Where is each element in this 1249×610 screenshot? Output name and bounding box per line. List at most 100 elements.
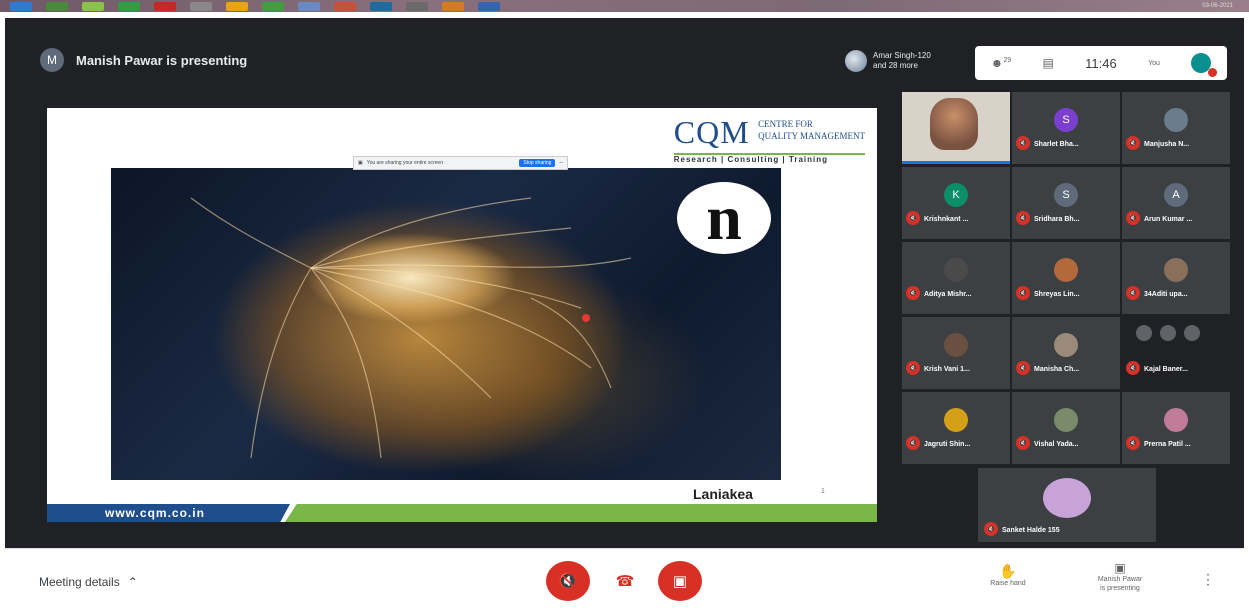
- control-icon[interactable]: [1184, 325, 1200, 341]
- participant-avatar: [1164, 258, 1188, 282]
- participant-name: Vishal Yada...: [1034, 441, 1079, 448]
- taskbar-app-icon[interactable]: [118, 1, 140, 11]
- participant-avatar: [944, 333, 968, 357]
- participant-name: Manisha Ch...: [1034, 366, 1080, 373]
- taskbar-app-icon[interactable]: [442, 1, 464, 11]
- participant-tile[interactable]: 🔇 Vishal Yada...: [1012, 392, 1120, 464]
- stop-sharing-button[interactable]: Stop sharing: [519, 159, 556, 167]
- camera-feed: [930, 98, 978, 150]
- participant-tile[interactable]: S 🔇 Sridhara Bh...: [1012, 167, 1120, 239]
- meeting-details-label: Meeting details: [39, 575, 120, 589]
- hang-up-button[interactable]: ☎: [610, 561, 640, 601]
- participant-name: Krishnkant ...: [924, 216, 969, 223]
- mic-muted-icon: 🔇: [1126, 136, 1140, 150]
- participant-avatar: [1054, 333, 1078, 357]
- participant-tile[interactable]: 🔇 Aditya Mishr...: [902, 242, 1010, 314]
- mic-muted-icon: 🔇: [1126, 436, 1140, 450]
- mic-muted-icon: 🔇: [1126, 361, 1140, 375]
- slide-footer-green: [285, 504, 877, 522]
- presenting-label-1: Manish Pawar: [1097, 576, 1143, 583]
- cqm-tagline: Research | Consulting | Training: [673, 155, 829, 164]
- participant-tile[interactable]: 🔇 Kajal Baner...: [1122, 317, 1230, 389]
- taskbar-app-icon[interactable]: [190, 1, 212, 11]
- participant-tile[interactable]: [902, 92, 1010, 164]
- mic-muted-icon: 🔇: [1016, 436, 1030, 450]
- cqm-logo-line1: CENTRE FOR: [758, 119, 813, 129]
- presenting-button[interactable]: ▣ Manish Pawar is presenting: [1085, 561, 1155, 593]
- people-button[interactable]: ☻29: [991, 56, 1011, 70]
- control-icon[interactable]: [1136, 325, 1152, 341]
- camera-toggle-button[interactable]: ▣: [658, 561, 702, 601]
- participant-tile[interactable]: S 🔇 Sharlet Bha...: [1012, 92, 1120, 164]
- participant-avatar: [944, 258, 968, 282]
- participant-name: Sridhara Bh...: [1034, 216, 1080, 223]
- control-icon[interactable]: [1160, 325, 1176, 341]
- mic-muted-icon: 🔇: [906, 361, 920, 375]
- participant-name: Aditya Mishr...: [924, 291, 972, 298]
- mic-muted-icon: 🔇: [1126, 211, 1140, 225]
- participant-name: Manjusha N...: [1144, 141, 1190, 148]
- participant-avatar: [1054, 408, 1078, 432]
- participant-name: Arun Kumar ...: [1144, 216, 1193, 223]
- taskbar-app-icon[interactable]: [82, 1, 104, 11]
- taskbar-app-icon[interactable]: [370, 1, 392, 11]
- more-options-icon[interactable]: ⋮: [1201, 571, 1215, 588]
- participant-name: Krish Vani 1...: [924, 366, 970, 373]
- participant-tile[interactable]: 🔇 34Aditi upa...: [1122, 242, 1230, 314]
- taskbar-app-icon[interactable]: [46, 1, 68, 11]
- mic-muted-icon: 🔇: [984, 522, 998, 536]
- mic-muted-icon: 🔇: [1126, 286, 1140, 300]
- raise-hand-button[interactable]: ✋ Raise hand: [983, 563, 1033, 587]
- participant-avatar: [1043, 478, 1091, 518]
- participant-avatar: K: [944, 183, 968, 207]
- participant-tile[interactable]: 🔇 Manjusha N...: [1122, 92, 1230, 164]
- participant-tile[interactable]: 🔇 Prerna Patil ...: [1122, 392, 1230, 464]
- participant-name: Jagruti Shin...: [924, 441, 971, 448]
- slide-page-number: 1: [821, 488, 825, 495]
- participant-name: Sanket Halde 155: [1002, 527, 1060, 534]
- participant-name: Prerna Patil ...: [1144, 441, 1191, 448]
- presenting-label-2: is presenting: [1100, 585, 1140, 592]
- participant-avatar: A: [1164, 183, 1188, 207]
- meeting-top-toolbar: ☻29 ▤ 11:46 You: [975, 46, 1227, 80]
- taskbar-clock: 03-06-2021: [1202, 3, 1233, 9]
- taskbar-app-icon[interactable]: [154, 1, 176, 11]
- mic-muted-icon: 🔇: [1016, 286, 1030, 300]
- participant-tile[interactable]: 🔇 Jagruti Shin...: [902, 392, 1010, 464]
- mic-toggle-button[interactable]: 🔇: [546, 561, 590, 601]
- slide-footer-url: www.cqm.co.in: [105, 506, 205, 520]
- self-avatar[interactable]: [1191, 53, 1218, 77]
- participant-avatar-icon: [845, 50, 867, 72]
- meeting-details-button[interactable]: Meeting details ⌃: [39, 575, 138, 589]
- taskbar-app-icon[interactable]: [10, 1, 32, 11]
- mic-muted-icon: 🔇: [1016, 136, 1030, 150]
- participant-name: Shreyas Lin...: [1034, 291, 1080, 298]
- participant-tile[interactable]: K 🔇 Krishnkant ...: [902, 167, 1010, 239]
- taskbar-app-icon[interactable]: [262, 1, 284, 11]
- chat-icon[interactable]: ▤: [1042, 56, 1053, 70]
- taskbar-app-icon[interactable]: [226, 1, 248, 11]
- present-screen-icon: ▣: [1114, 561, 1126, 575]
- taskbar-app-icon[interactable]: [334, 1, 356, 11]
- participants-line2: and 28 more: [873, 61, 918, 70]
- taskbar-app-icon[interactable]: [478, 1, 500, 11]
- participant-tile[interactable]: 🔇 Sanket Halde 155: [978, 468, 1156, 542]
- participant-tile[interactable]: 🔇 Krish Vani 1...: [902, 317, 1010, 389]
- participant-controls: [1136, 325, 1200, 341]
- participant-name: 34Aditi upa...: [1144, 291, 1188, 298]
- hide-share-bar-icon[interactable]: ─: [559, 160, 563, 166]
- meeting-clock: 11:46: [1085, 55, 1117, 71]
- participant-avatar: [1054, 258, 1078, 282]
- participant-name: Sharlet Bha...: [1034, 141, 1079, 148]
- raise-hand-label: Raise hand: [990, 580, 1026, 587]
- mic-muted-icon: [1208, 68, 1218, 77]
- participant-tile[interactable]: A 🔇 Arun Kumar ...: [1122, 167, 1230, 239]
- participant-avatar: S: [1054, 183, 1078, 207]
- participant-tile[interactable]: 🔇 Manisha Ch...: [1012, 317, 1120, 389]
- participants-info[interactable]: Amar Singh-120 and 28 more: [845, 50, 931, 72]
- taskbar-app-icon[interactable]: [406, 1, 428, 11]
- participant-tile[interactable]: 🔇 Shreyas Lin...: [1012, 242, 1120, 314]
- cqm-logo: CQM CENTRE FOR QUALITY MANAGEMENT Resear…: [673, 114, 865, 164]
- taskbar-app-icon[interactable]: [298, 1, 320, 11]
- shared-slide: CQM CENTRE FOR QUALITY MANAGEMENT Resear…: [47, 108, 877, 522]
